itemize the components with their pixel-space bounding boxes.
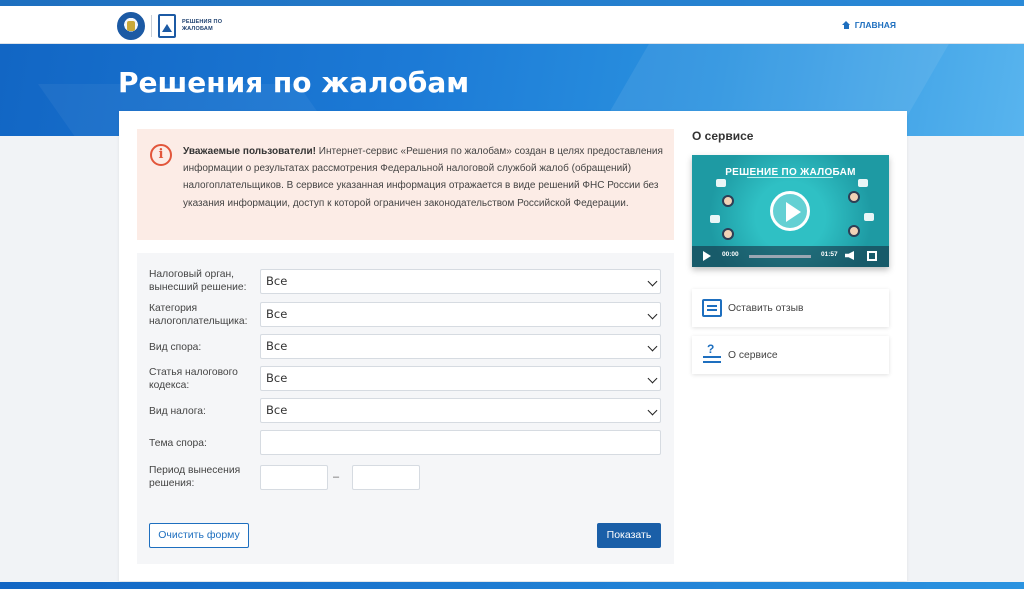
video-progress-bar[interactable]: [749, 255, 811, 258]
select-value: Все: [266, 307, 288, 321]
person-illustration: [848, 225, 860, 237]
logo-divider: [151, 15, 152, 37]
speech-bubble-icon: [864, 213, 874, 221]
search-form: Налоговый орган, вынесший решение: Все К…: [137, 253, 674, 564]
period-to-input[interactable]: [352, 465, 420, 490]
select-value: Все: [266, 274, 288, 288]
field-label-period: Период вынесения решения:: [149, 465, 241, 489]
info-icon: i: [150, 144, 172, 166]
about-icon: [702, 342, 722, 363]
select-tax-code-article[interactable]: Все: [260, 366, 661, 391]
logo-text: РЕШЕНИЯ ПО ЖАЛОБАМ: [182, 19, 223, 32]
fns-emblem-icon: [117, 12, 145, 40]
video-player[interactable]: РЕШЕНИЕ ПО ЖАЛОБАМ 00:00 01:57: [692, 155, 889, 267]
about-label: О сервисе: [728, 349, 778, 361]
field-label-topic: Тема спора:: [149, 438, 207, 449]
video-current-time: 00:00: [722, 251, 739, 258]
chevron-down-icon: [647, 341, 658, 352]
chevron-down-icon: [647, 309, 658, 320]
show-button[interactable]: Показать: [597, 523, 661, 548]
video-total-time: 01:57: [821, 251, 838, 258]
chevron-down-icon: [647, 276, 658, 287]
speech-bubble-icon: [716, 179, 726, 187]
speech-bubble-icon: [858, 179, 868, 187]
notice-bold: Уважаемые пользователи!: [183, 146, 316, 157]
field-label-tax-type: Вид налога:: [149, 406, 206, 417]
document-icon: [158, 14, 176, 38]
logo[interactable]: РЕШЕНИЯ ПО ЖАЛОБАМ: [117, 12, 242, 40]
bottom-accent-line: [0, 582, 1024, 589]
field-label-taxpayer-category: Категория налогоплательщика:: [149, 303, 248, 327]
feedback-label: Оставить отзыв: [728, 302, 804, 314]
speech-bubble-icon: [710, 215, 720, 223]
field-label-dispute-type: Вид спора:: [149, 342, 202, 353]
volume-icon[interactable]: [845, 251, 854, 260]
select-tax-type[interactable]: Все: [260, 398, 661, 423]
video-title: РЕШЕНИЕ ПО ЖАЛОБАМ: [692, 167, 889, 178]
topic-input[interactable]: [260, 430, 661, 455]
select-tax-authority[interactable]: Все: [260, 269, 661, 294]
clear-form-button[interactable]: Очистить форму: [149, 523, 249, 548]
notice-box: i Уважаемые пользователи! Интернет-серви…: [137, 129, 674, 240]
period-from-input[interactable]: [260, 465, 328, 490]
select-value: Все: [266, 339, 288, 353]
nav-home-label: ГЛАВНАЯ: [854, 20, 896, 30]
period-dash: –: [333, 471, 340, 483]
fullscreen-icon[interactable]: [867, 251, 877, 261]
field-label-tax-authority: Налоговый орган, вынесший решение:: [149, 269, 247, 293]
person-illustration: [722, 195, 734, 207]
select-value: Все: [266, 403, 288, 417]
chevron-down-icon: [647, 405, 658, 416]
header: РЕШЕНИЯ ПО ЖАЛОБАМ ГЛАВНАЯ: [0, 6, 1024, 44]
person-illustration: [722, 228, 734, 240]
sidebar-title: О сервисе: [692, 129, 754, 143]
person-illustration: [848, 191, 860, 203]
feedback-icon: [702, 299, 722, 317]
page-title: Решения по жалобам: [118, 66, 470, 99]
nav-home-link[interactable]: ГЛАВНАЯ: [841, 20, 896, 30]
select-dispute-type[interactable]: Все: [260, 334, 661, 359]
select-taxpayer-category[interactable]: Все: [260, 302, 661, 327]
chevron-down-icon: [647, 373, 658, 384]
field-label-tax-code-article: Статья налогового кодекса:: [149, 367, 238, 391]
notice-text: Уважаемые пользователи! Интернет-сервис …: [183, 143, 663, 212]
home-icon: [841, 21, 851, 29]
video-controls: 00:00 01:57: [692, 246, 889, 267]
play-icon[interactable]: [770, 191, 810, 231]
about-service-button[interactable]: О сервисе: [692, 336, 889, 374]
play-control-icon[interactable]: [703, 251, 711, 261]
select-value: Все: [266, 371, 288, 385]
feedback-button[interactable]: Оставить отзыв: [692, 289, 889, 327]
